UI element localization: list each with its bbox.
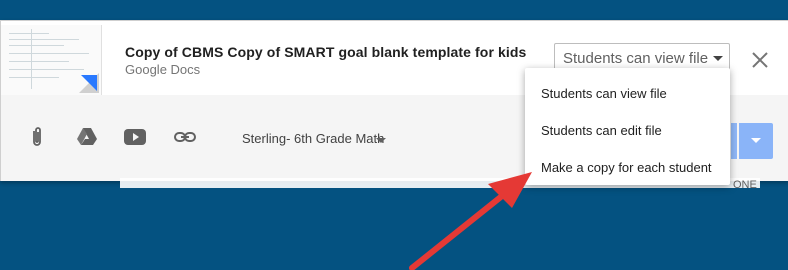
thumbnail-line	[9, 69, 84, 70]
chevron-down-icon	[751, 138, 761, 143]
thumbnail-line	[9, 33, 49, 34]
thumbnail-line	[9, 77, 59, 78]
assign-options-button[interactable]	[739, 123, 773, 159]
paperclip-icon[interactable]	[25, 125, 49, 149]
youtube-icon[interactable]	[123, 125, 147, 149]
thumbnail-line	[9, 39, 79, 40]
assign-button[interactable]	[731, 123, 737, 159]
thumbnail-line	[31, 29, 32, 89]
menu-item-view[interactable]: Students can view file	[541, 86, 667, 101]
menu-item-edit[interactable]: Students can edit file	[541, 123, 662, 138]
docs-type-icon	[81, 75, 97, 91]
menu-item-make-copy[interactable]: Make a copy for each student	[541, 160, 712, 175]
google-drive-icon[interactable]	[75, 125, 99, 149]
permission-selected-label: Students can view file	[563, 50, 709, 67]
thumbnail-line	[9, 45, 64, 46]
file-type: Google Docs	[125, 62, 201, 77]
permission-dropdown-menu: Students can view file Students can edit…	[525, 68, 730, 185]
close-icon[interactable]	[749, 49, 771, 71]
header-background	[0, 0, 788, 20]
chevron-down-icon	[713, 56, 723, 61]
link-icon[interactable]	[173, 125, 197, 149]
file-thumbnail[interactable]	[1, 25, 102, 95]
chevron-down-icon[interactable]	[376, 138, 386, 143]
thumbnail-line	[9, 53, 89, 54]
file-title[interactable]: Copy of CBMS Copy of SMART goal blank te…	[125, 44, 526, 60]
thumbnail-line	[9, 61, 69, 62]
class-select[interactable]: Sterling- 6th Grade Math	[242, 131, 384, 146]
background-status-text: ONE	[733, 179, 757, 191]
